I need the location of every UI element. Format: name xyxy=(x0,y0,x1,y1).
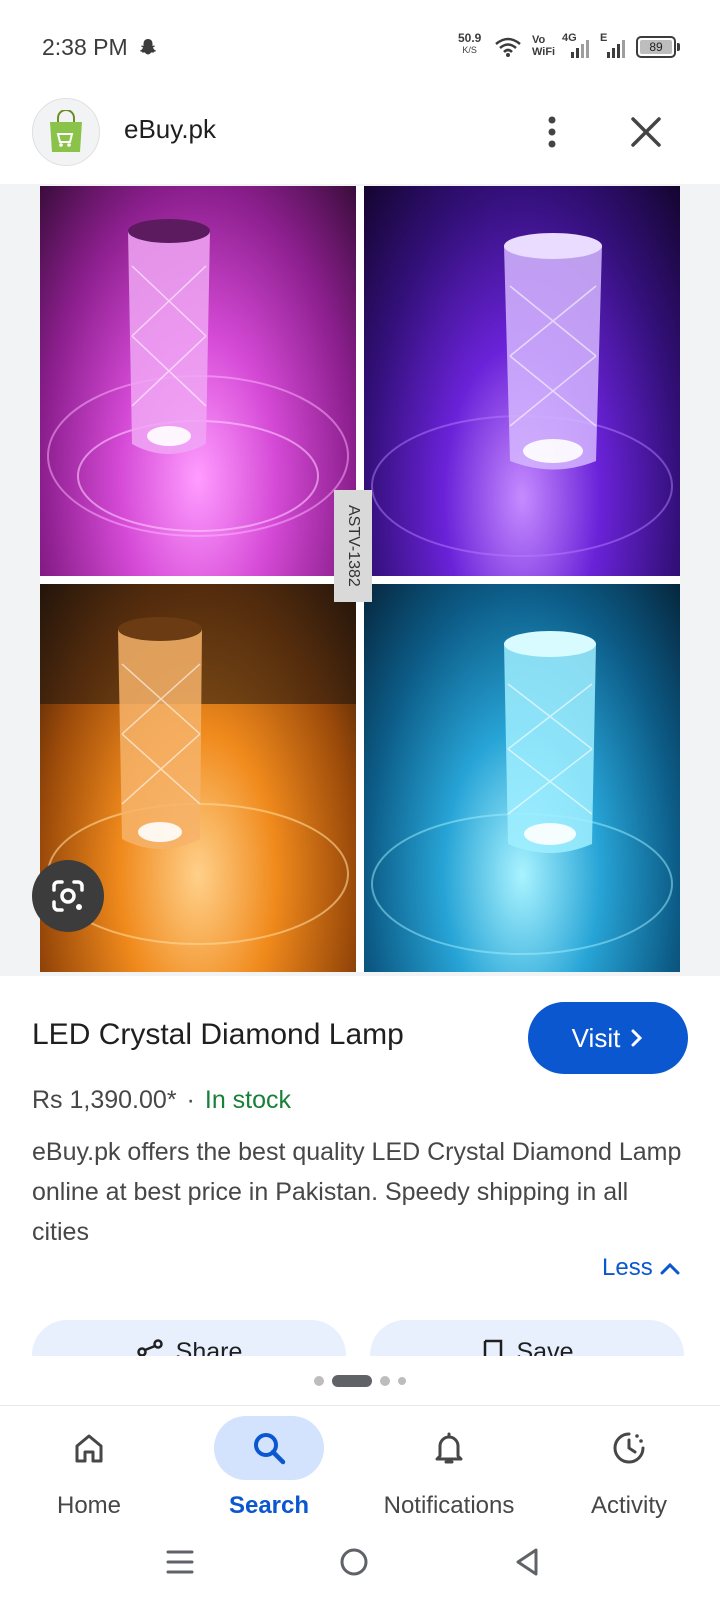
google-lens-icon xyxy=(52,880,84,912)
share-label: Share xyxy=(175,1338,243,1356)
stock-status: In stock xyxy=(204,1086,292,1114)
save-label: Save xyxy=(516,1338,574,1356)
site-name[interactable]: eBuy.pk xyxy=(124,114,216,145)
signal-icon-1: 4G xyxy=(562,32,594,58)
status-bar: 2:38 PM 50.9 K/S Vo WiFi 4G E 89 xyxy=(0,0,720,92)
more-vert-icon[interactable] xyxy=(530,110,574,154)
home-button-icon[interactable] xyxy=(334,1542,374,1582)
price-row: Rs 1,390.00* · In stock xyxy=(32,1086,291,1115)
network-speed-value: 50.9 xyxy=(458,31,482,45)
image-quadrant-blue xyxy=(364,584,680,972)
google-lens-button[interactable] xyxy=(32,860,104,932)
activity-icon xyxy=(613,1432,645,1464)
snapchat-icon xyxy=(140,39,156,55)
pager-dot[interactable] xyxy=(398,1377,406,1385)
less-label: Less xyxy=(602,1254,653,1281)
nav-activity-label: Activity xyxy=(590,1492,667,1519)
battery-tip xyxy=(677,43,680,51)
less-button[interactable]: Less xyxy=(602,1254,681,1282)
nav-activity[interactable]: Activity xyxy=(544,1416,714,1526)
visit-button-label: Visit xyxy=(571,1022,621,1053)
wifi-icon xyxy=(495,37,521,57)
back-icon[interactable] xyxy=(508,1542,548,1582)
status-time: 2:38 PM xyxy=(42,34,128,60)
result-header: eBuy.pk xyxy=(0,92,720,184)
network-speed-unit: K/S xyxy=(462,45,477,55)
chevron-right-icon xyxy=(631,1029,643,1047)
close-icon[interactable] xyxy=(624,110,668,154)
chevron-up-icon xyxy=(660,1262,680,1275)
signal-icon-2: E xyxy=(600,32,628,58)
separator: · xyxy=(186,1086,195,1114)
watermark-label: ASTV-1382 xyxy=(334,490,372,602)
product-description: eBuy.pk offers the best quality LED Crys… xyxy=(32,1138,682,1246)
network-speed: 50.9 K/S xyxy=(458,32,481,56)
battery-level: 89 xyxy=(640,40,672,54)
nav-notifications[interactable]: Notifications xyxy=(364,1416,534,1526)
vowifi-line-1: Vo xyxy=(532,34,546,46)
action-buttons: Share Save xyxy=(0,1318,720,1356)
pager-dot[interactable] xyxy=(314,1376,324,1386)
share-icon xyxy=(136,1339,163,1356)
recent-apps-icon[interactable] xyxy=(160,1542,200,1582)
system-navigation-bar xyxy=(0,1530,720,1600)
nav-home[interactable]: Home xyxy=(4,1416,174,1526)
image-viewer[interactable]: ASTV-1382 xyxy=(0,184,720,976)
nav-search[interactable]: Search xyxy=(184,1416,354,1526)
vowifi-line-2: WiFi xyxy=(532,46,556,58)
share-button[interactable]: Share xyxy=(32,1320,346,1356)
site-logo[interactable] xyxy=(32,98,100,166)
home-icon xyxy=(75,1434,103,1463)
save-button[interactable]: Save xyxy=(370,1320,684,1356)
nav-home-label: Home xyxy=(56,1492,122,1519)
search-icon xyxy=(254,1433,286,1465)
bottom-navigation: Home Search Notifications Activity xyxy=(0,1405,720,1525)
carousel-pager xyxy=(0,1374,720,1388)
nav-search-label: Search xyxy=(228,1492,310,1519)
battery-icon: 89 xyxy=(636,36,676,58)
vowifi-indicator: Vo WiFi xyxy=(532,34,555,58)
nav-notifications-label: Notifications xyxy=(383,1492,515,1519)
visit-button[interactable]: Visit xyxy=(528,1002,688,1074)
product-image[interactable]: ASTV-1382 xyxy=(40,186,680,972)
pager-dot[interactable] xyxy=(380,1376,390,1386)
image-quadrant-pink xyxy=(40,186,356,576)
product-title: LED Crystal Diamond Lamp xyxy=(32,1018,404,1051)
price: Rs 1,390.00* xyxy=(32,1086,177,1114)
image-quadrant-purple xyxy=(364,186,680,576)
bell-icon xyxy=(435,1432,463,1464)
pager-dot-active[interactable] xyxy=(332,1375,372,1387)
shopping-bag-icon xyxy=(50,110,82,152)
bookmark-icon xyxy=(483,1339,502,1356)
